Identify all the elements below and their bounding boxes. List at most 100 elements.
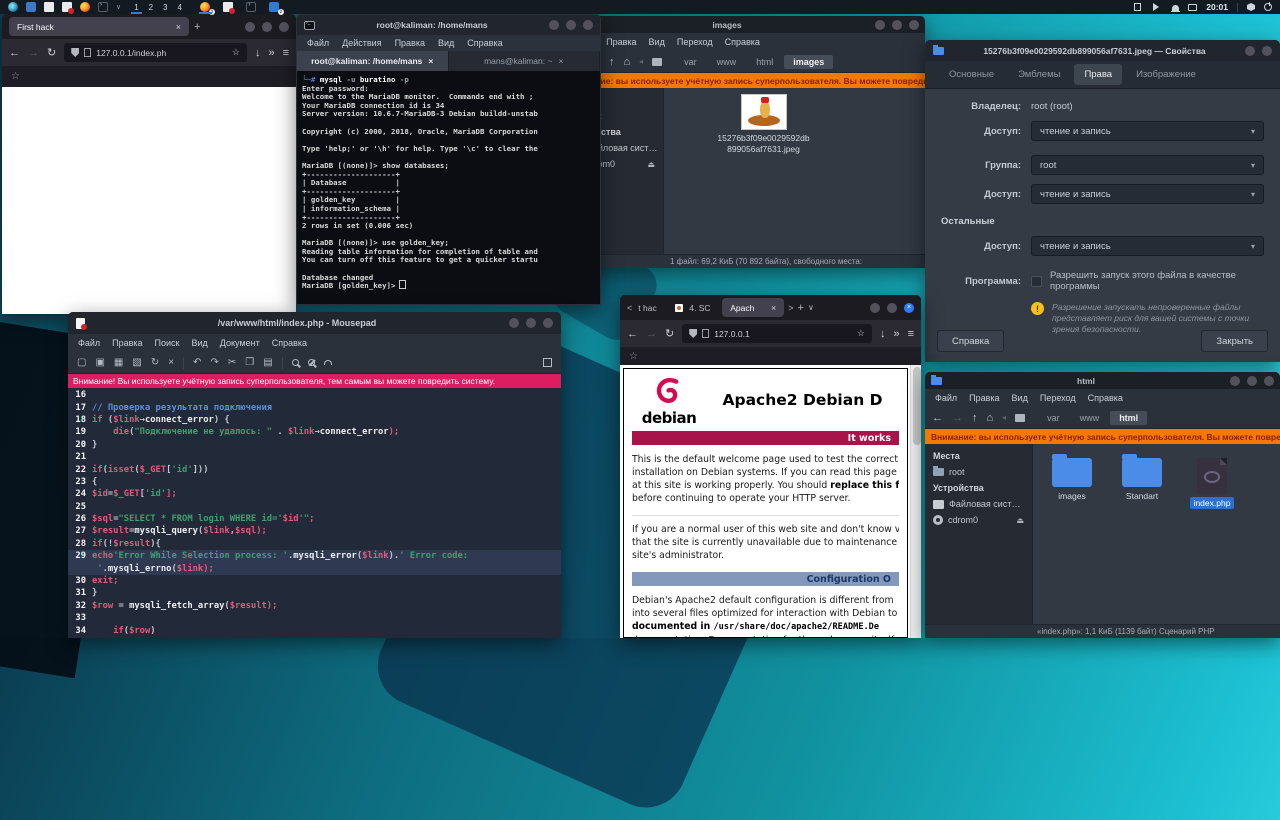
- minimize-button[interactable]: [870, 303, 880, 313]
- file-item[interactable]: index.php: [1183, 458, 1241, 509]
- menu-item[interactable]: Справка: [272, 338, 307, 348]
- fullscreen-icon[interactable]: [543, 358, 552, 367]
- file-manager-launcher-icon[interactable]: [26, 2, 36, 12]
- menu-item[interactable]: Файл: [78, 338, 100, 348]
- maximize-button[interactable]: [1245, 46, 1255, 56]
- home-button[interactable]: ⌂: [987, 412, 994, 424]
- url-bar[interactable]: 127.0.0.1/index.ph ☆: [64, 43, 247, 62]
- url-text[interactable]: 127.0.0.1: [714, 329, 852, 339]
- close-button[interactable]: [909, 20, 919, 30]
- menu-item[interactable]: Правка: [395, 38, 425, 48]
- forward-button[interactable]: →: [646, 328, 657, 340]
- maximize-button[interactable]: [566, 20, 576, 30]
- title-bar[interactable]: /var/www/html/index.php - Mousepad: [68, 312, 561, 334]
- code-editor[interactable]: 16 17 // Проверка результата подключения…: [68, 388, 561, 638]
- minimize-button[interactable]: [875, 20, 885, 30]
- eject-icon[interactable]: ⏏: [647, 160, 655, 169]
- forward-button[interactable]: →: [952, 412, 963, 424]
- minimize-button[interactable]: [245, 22, 255, 32]
- close-button[interactable]: [543, 318, 553, 328]
- bookmark-icon[interactable]: ☆: [629, 351, 638, 362]
- paste-icon[interactable]: ▤: [263, 357, 272, 368]
- list-tabs-icon[interactable]: ∨: [808, 303, 814, 312]
- terminal-tab-mans[interactable]: mans@kaliman: ~ ×: [449, 51, 601, 71]
- breadcrumb-button[interactable]: html: [747, 55, 782, 69]
- minimize-button[interactable]: [549, 20, 559, 30]
- menu-item[interactable]: Вид: [1012, 393, 1028, 403]
- maximize-button[interactable]: [526, 318, 536, 328]
- maximize-button[interactable]: [887, 303, 897, 313]
- firefox-launcher-icon[interactable]: [80, 2, 90, 12]
- taskbar-window-button[interactable]: [222, 1, 235, 13]
- clock[interactable]: 20:01: [1206, 2, 1228, 12]
- cut-icon[interactable]: ✂: [228, 357, 236, 368]
- downloads-button[interactable]: ↓: [255, 47, 261, 59]
- tab-partial-left[interactable]: t hac: [636, 298, 668, 317]
- reload-button[interactable]: ↻: [47, 46, 56, 59]
- back-button[interactable]: ←: [932, 412, 943, 424]
- save-icon[interactable]: ▦: [114, 357, 123, 368]
- menu-item[interactable]: Справка: [725, 37, 760, 47]
- tab-close-icon[interactable]: ×: [771, 303, 776, 313]
- filesystem-icon[interactable]: [1015, 414, 1025, 422]
- menu-item[interactable]: Вид: [438, 38, 454, 48]
- properties-tab[interactable]: Права: [1074, 64, 1122, 85]
- bookmark-star-icon[interactable]: ☆: [232, 47, 240, 58]
- file-list-area[interactable]: images Standart index.php: [1033, 444, 1280, 624]
- breadcrumb-button[interactable]: images: [784, 55, 833, 69]
- file-list-area[interactable]: 15276b3f09e0029592db899056af7631.jpeg: [664, 88, 925, 254]
- group-dropdown[interactable]: root ▾: [1031, 155, 1264, 175]
- workspace-button[interactable]: 3: [158, 0, 172, 14]
- network-icon[interactable]: [1188, 4, 1197, 11]
- forward-button[interactable]: →: [28, 47, 39, 59]
- go-to-line-icon[interactable]: [324, 360, 332, 365]
- open-document-icon[interactable]: ▣: [95, 357, 104, 368]
- terminal-tab-root[interactable]: root@kaliman: /home/mans ×: [297, 51, 449, 71]
- close-file-icon[interactable]: ×: [168, 357, 174, 368]
- new-tab-button[interactable]: +: [798, 302, 804, 314]
- menu-button[interactable]: ≡: [908, 328, 914, 340]
- up-button[interactable]: ↑: [609, 56, 615, 68]
- help-button[interactable]: Справка: [937, 330, 1004, 352]
- bookmark-icon[interactable]: ☆: [11, 71, 20, 82]
- menu-item[interactable]: Действия: [342, 38, 381, 48]
- taskbar-window-button[interactable]: 2: [199, 1, 212, 13]
- breadcrumb-button[interactable]: html: [1110, 411, 1147, 425]
- breadcrumb-button[interactable]: var: [1038, 411, 1069, 425]
- owner-access-dropdown[interactable]: чтение и запись ▾: [1031, 121, 1264, 141]
- close-button[interactable]: ×: [904, 303, 914, 313]
- back-button[interactable]: ←: [9, 47, 20, 59]
- title-bar[interactable]: root@kaliman: /home/mans: [297, 15, 600, 35]
- maximize-button[interactable]: [1247, 376, 1257, 386]
- page-content-blank[interactable]: [2, 87, 296, 314]
- redo-icon[interactable]: ↷: [210, 357, 218, 368]
- taskbar-window-button[interactable]: [245, 1, 258, 13]
- search-replace-icon[interactable]: [308, 359, 315, 366]
- sidebar-item-filesystem[interactable]: Файловая сист…: [925, 496, 1032, 512]
- menu-item[interactable]: Файл: [307, 38, 329, 48]
- menu-item[interactable]: Правка: [112, 338, 142, 348]
- close-button[interactable]: [1262, 46, 1272, 56]
- tab-close-icon[interactable]: ×: [176, 22, 181, 32]
- properties-tab[interactable]: Основные: [939, 64, 1004, 85]
- breadcrumb-button[interactable]: www: [1071, 411, 1109, 425]
- scroll-tabs-right-icon[interactable]: >: [788, 303, 793, 313]
- tab-first-hack[interactable]: First hack ×: [9, 17, 189, 36]
- power-icon[interactable]: [1264, 3, 1272, 11]
- properties-tab[interactable]: Изображение: [1126, 64, 1206, 85]
- crumb-collapse-icon[interactable]: ◂: [639, 57, 643, 66]
- save-as-icon[interactable]: ▧: [132, 357, 141, 368]
- reload-button[interactable]: ↻: [665, 327, 674, 340]
- crumb-collapse-icon[interactable]: ◂: [1002, 413, 1006, 422]
- undo-icon[interactable]: ↶: [193, 357, 201, 368]
- workspace-button[interactable]: 2: [144, 0, 158, 14]
- menu-button[interactable]: ≡: [283, 47, 289, 59]
- menu-item[interactable]: Переход: [1040, 393, 1076, 403]
- sidebar-item-root[interactable]: root: [925, 464, 1032, 480]
- maximize-button[interactable]: [892, 20, 902, 30]
- tab-close-icon[interactable]: ×: [428, 56, 433, 66]
- title-bar[interactable]: images: [562, 16, 925, 33]
- back-button[interactable]: ←: [627, 328, 638, 340]
- notifications-icon[interactable]: [1172, 5, 1179, 11]
- terminal-output[interactable]: └─# mysql -u buratino -pEnter password: …: [297, 71, 600, 304]
